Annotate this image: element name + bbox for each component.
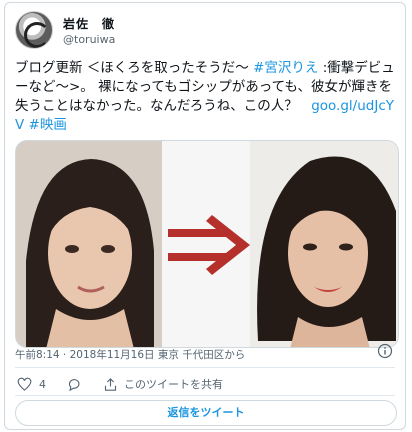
user-handle[interactable]: @toruiwa	[63, 33, 115, 46]
share-icon	[104, 377, 117, 391]
photo-before	[16, 141, 162, 347]
tweet-timestamp[interactable]: 午前8:14 · 2018年11月16日 東京 千代田区から	[15, 347, 245, 362]
portrait-left-illustration	[16, 141, 162, 347]
tweet-text-part1: ブログ更新 ＜ほくろを取ったそうだ～	[15, 60, 254, 76]
share-button[interactable]: このツイートを共有	[103, 375, 223, 393]
portrait-right-illustration	[250, 141, 398, 347]
tweet-text: ブログ更新 ＜ほくろを取ったそうだ～ #宮沢りえ :衝撃デビューなど～>。 裸に…	[15, 59, 399, 135]
like-count: 4	[39, 377, 46, 391]
info-icon[interactable]	[377, 343, 393, 359]
divider	[15, 367, 395, 368]
tweet-card: 岩佐 徹 @toruiwa ブログ更新 ＜ほくろを取ったそうだ～ #宮沢りえ :…	[4, 2, 406, 430]
arrow-right-icon	[168, 215, 250, 275]
share-label: このツイートを共有	[124, 378, 223, 391]
heart-icon	[17, 377, 32, 391]
tweet-actions: 4 このツイートを共有	[15, 375, 395, 393]
like-button[interactable]: 4	[17, 375, 46, 393]
reply-tweet-button[interactable]: 返信をツイート	[15, 400, 397, 426]
photo-after	[250, 141, 398, 347]
divider	[15, 395, 395, 396]
hashtag-link-movie[interactable]: #映画	[29, 117, 67, 133]
reply-icon-button[interactable]	[67, 375, 82, 393]
tweet-header: 岩佐 徹 @toruiwa	[15, 9, 395, 53]
avatar[interactable]	[15, 11, 53, 49]
tweet-image[interactable]	[15, 140, 399, 348]
reply-icon	[68, 378, 80, 391]
hashtag-link[interactable]: #宮沢りえ	[253, 60, 318, 76]
display-name[interactable]: 岩佐 徹	[63, 15, 115, 32]
